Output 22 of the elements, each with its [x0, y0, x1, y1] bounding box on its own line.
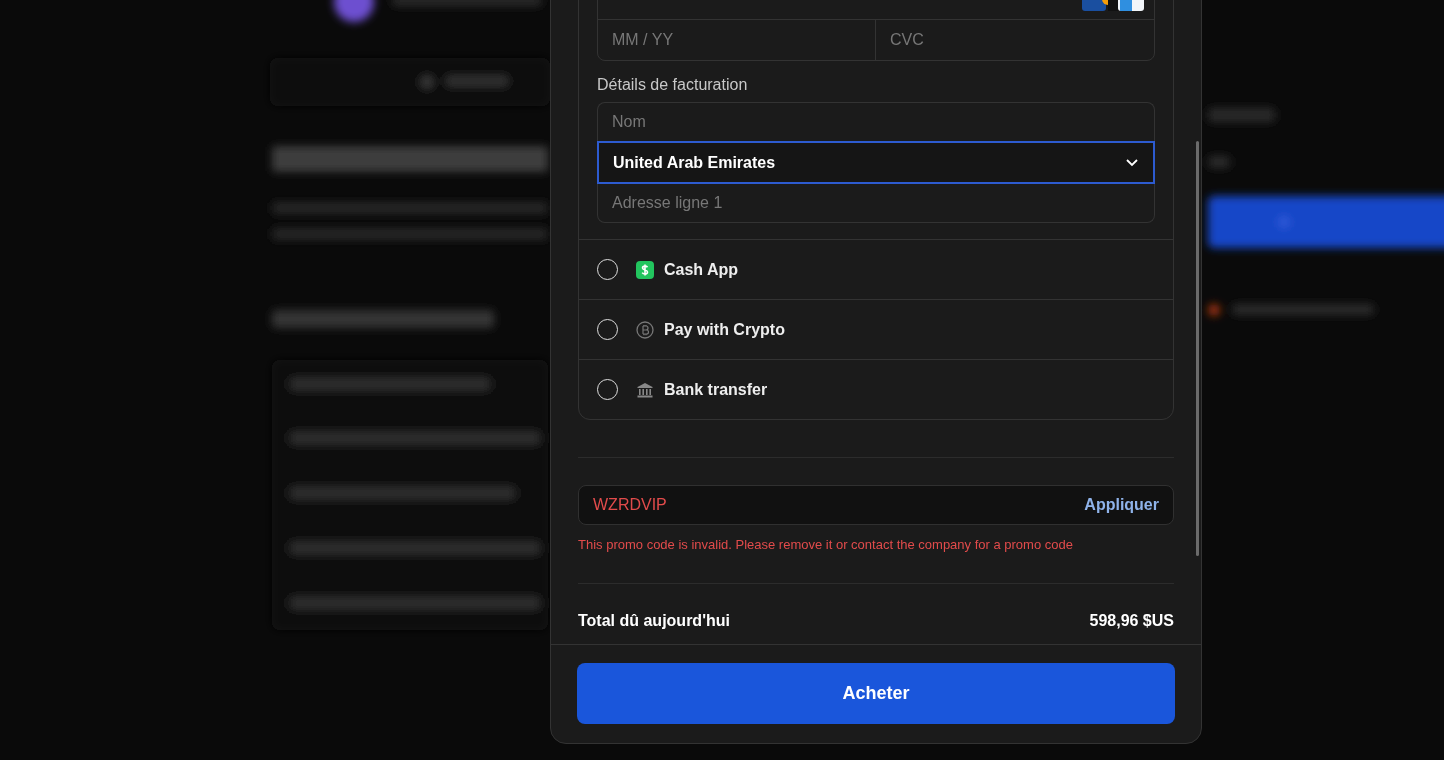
payment-method-option[interactable]: Bank transfer [579, 359, 1173, 419]
expiry-field[interactable]: MM / YY [598, 20, 876, 60]
buy-button[interactable]: Acheter [577, 662, 1175, 724]
billing-label: Détails de facturation [597, 75, 749, 95]
dollar-icon [636, 260, 654, 279]
country-select[interactable]: United Arab Emirates [597, 141, 1155, 184]
promo-code-field[interactable]: WZRDVIP Appliquer [578, 485, 1174, 525]
blurred-dot [1208, 304, 1220, 316]
bank-icon [636, 380, 654, 399]
promo-error-message: This promo code is invalid. Please remove it or contact the company for a promo code [578, 536, 1074, 554]
payment-method-option[interactable]: Cash App [579, 239, 1173, 299]
total-amount: 598,96 $US [1089, 610, 1174, 631]
chevron-down-icon [1125, 158, 1139, 167]
blurred-logo [334, 0, 374, 22]
cvc-field[interactable]: CVC [876, 20, 1154, 60]
bitcoin-icon [636, 320, 654, 339]
scrollbar[interactable] [1196, 141, 1199, 556]
payment-method-option[interactable]: Pay with Crypto [579, 299, 1173, 359]
apply-button[interactable]: Appliquer [1074, 489, 1169, 521]
promo-code-value: WZRDVIP [593, 495, 667, 515]
address-field[interactable]: Adresse ligne 1 [597, 184, 1155, 223]
total-label: Total dû aujourd'hui [578, 610, 730, 631]
